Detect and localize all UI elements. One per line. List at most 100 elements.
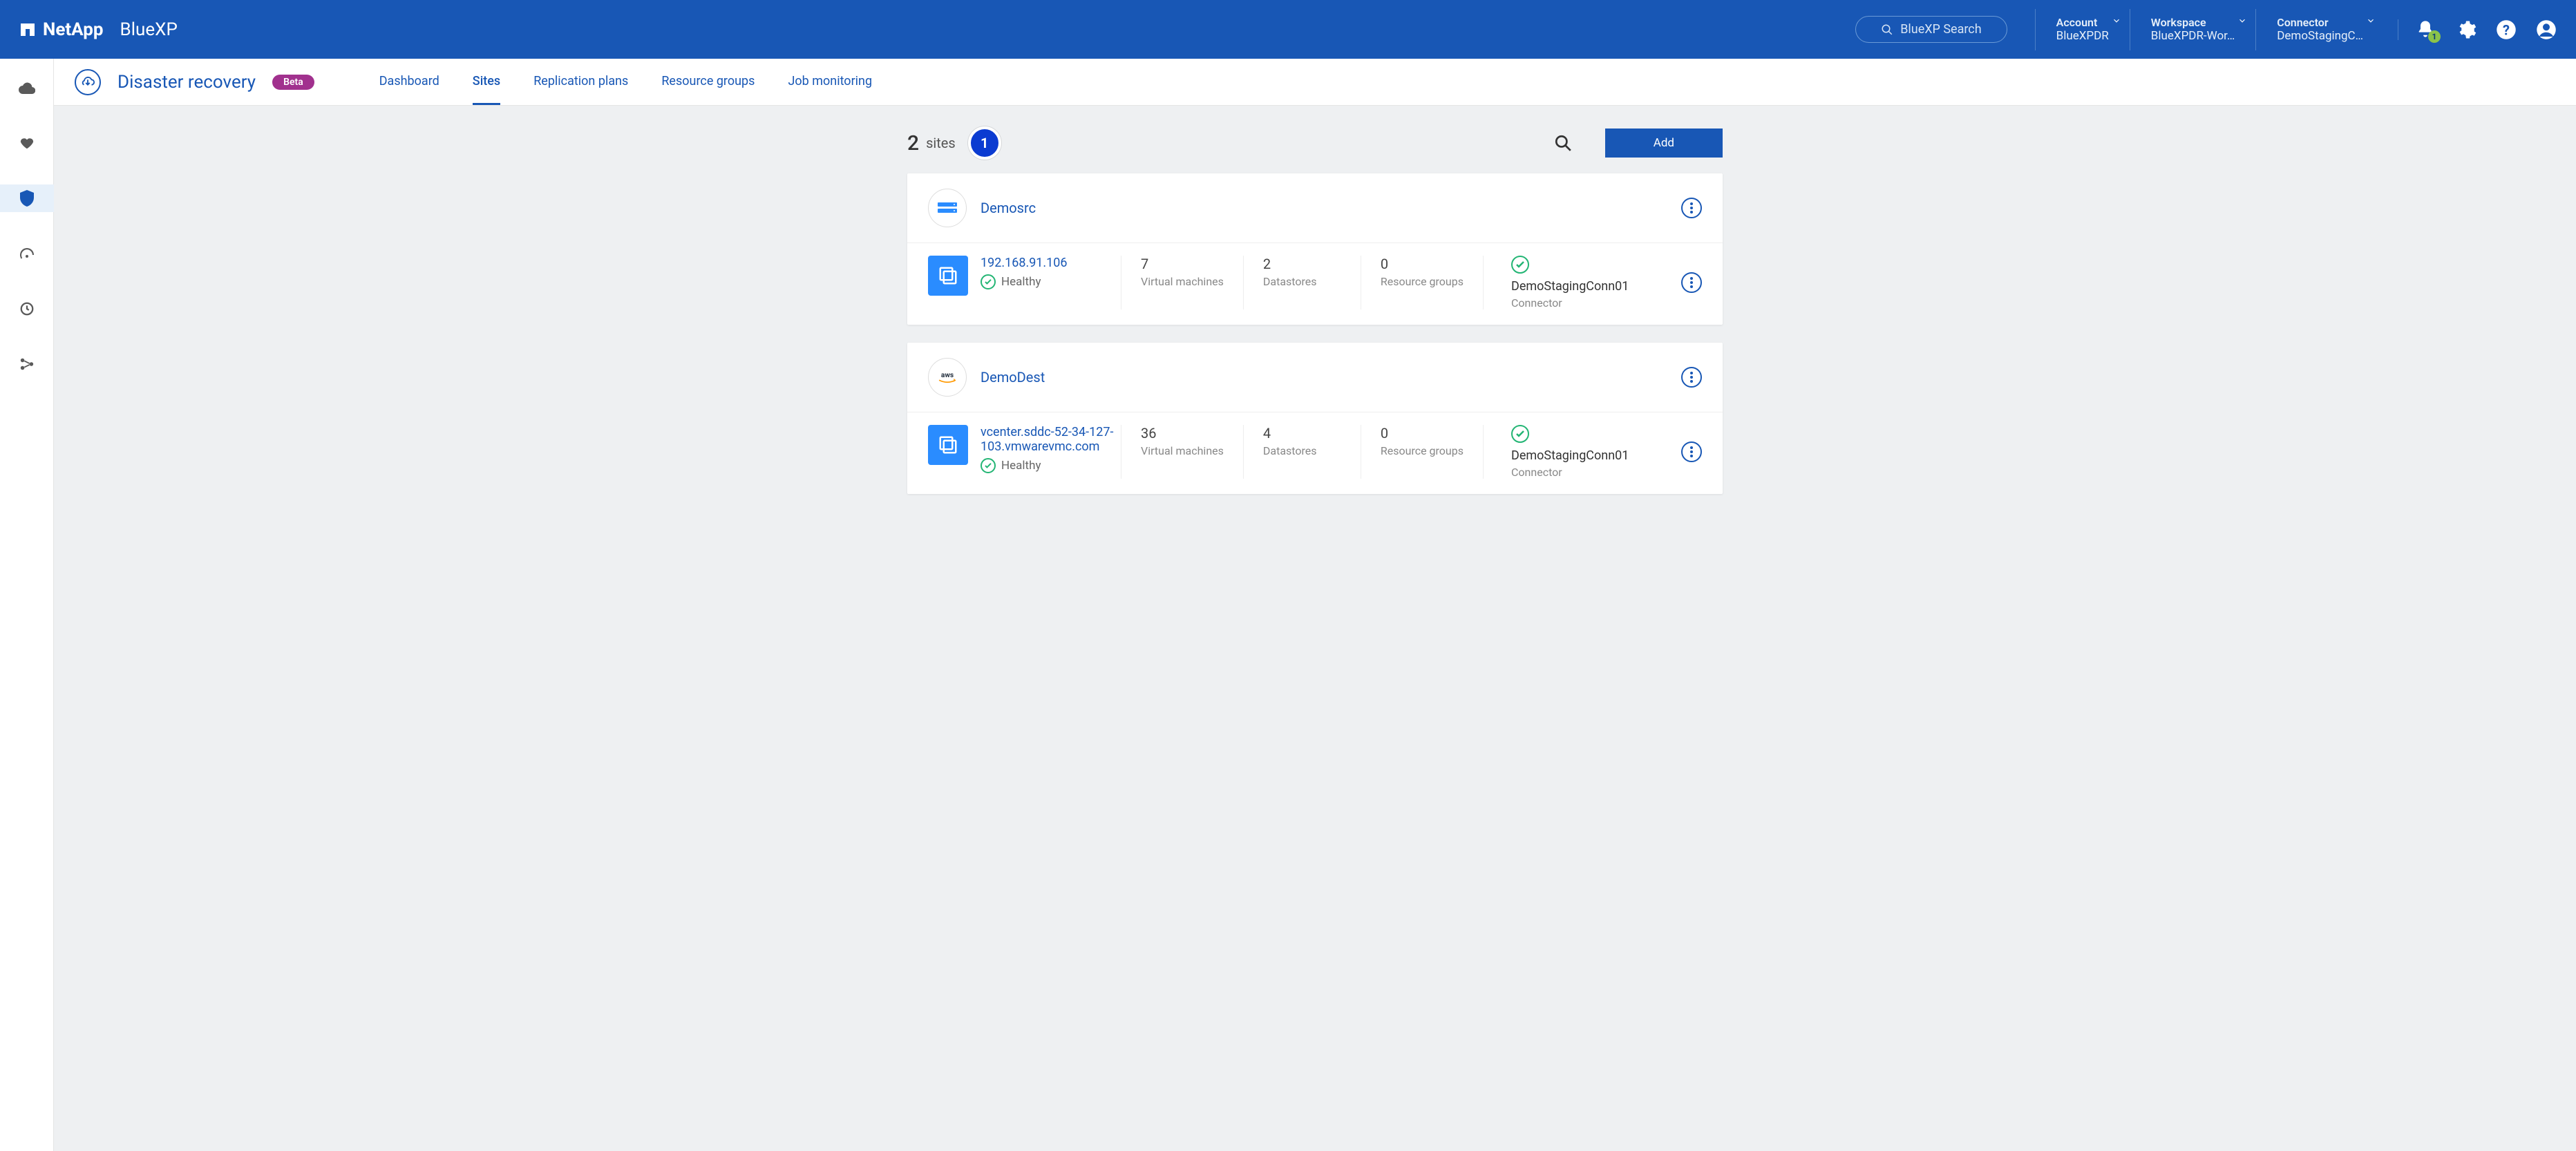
profile-button[interactable]: [2536, 19, 2557, 40]
metric-value: 4: [1263, 425, 1341, 441]
metric-value: 2: [1263, 256, 1341, 272]
gear-icon: [2456, 19, 2476, 40]
gauge-icon: [19, 247, 35, 260]
aws-icon: aws: [936, 370, 959, 385]
site-card-body: 192.168.91.106 Healthy 7: [907, 243, 1723, 325]
sidebar-item-canvas[interactable]: [0, 74, 54, 102]
site-card: aws DemoDest: [907, 343, 1723, 494]
connector-label: Connector: [1511, 466, 1681, 479]
tab-replication-plans[interactable]: Replication plans: [533, 59, 628, 105]
chevron-down-icon: [2366, 16, 2376, 26]
vcenter-icon: [928, 425, 968, 465]
notification-badge: 1: [2428, 30, 2441, 43]
product-text: BlueXP: [120, 19, 178, 40]
connector-block: DemoStagingConn01 Connector: [1484, 425, 1681, 479]
svg-text:?: ?: [2503, 21, 2510, 38]
sidebar-item-extensions[interactable]: [0, 350, 54, 378]
service-icon: [75, 69, 101, 95]
settings-button[interactable]: [2456, 19, 2476, 40]
beta-badge: Beta: [272, 75, 314, 90]
tab-sites[interactable]: Sites: [473, 59, 500, 105]
site-type-icon: aws: [928, 358, 967, 397]
workspace-selector[interactable]: Workspace BlueXPDR-Wor…: [2130, 9, 2255, 50]
tab-dashboard[interactable]: Dashboard: [379, 59, 439, 105]
metric-label: Datastores: [1263, 444, 1341, 457]
site-name[interactable]: DemoDest: [981, 369, 1045, 386]
site-more-button[interactable]: [1681, 198, 1702, 218]
metric-value: 36: [1141, 425, 1224, 441]
global-header: NetApp BlueXP BlueXP Search Account Blue…: [0, 0, 2576, 59]
global-search[interactable]: BlueXP Search: [1855, 16, 2007, 43]
svg-text:aws: aws: [941, 372, 954, 379]
connector-name: DemoStagingConn01: [1511, 448, 1681, 463]
brand-text: NetApp: [43, 19, 104, 40]
brand-logo[interactable]: NetApp: [19, 19, 104, 40]
site-card-header: Demosrc: [907, 173, 1723, 243]
vcenter-address[interactable]: 192.168.91.106: [981, 256, 1068, 270]
help-icon: ?: [2496, 19, 2517, 40]
more-vertical-icon: [1690, 446, 1693, 457]
left-sidebar: [0, 59, 54, 1151]
add-site-button[interactable]: Add: [1605, 129, 1723, 158]
heart-icon: [19, 135, 35, 151]
vcenter-icon: [928, 256, 968, 296]
search-sites-button[interactable]: [1554, 134, 1572, 152]
list-header: 2 sites 1 Add: [907, 126, 1723, 160]
sidebar-item-health[interactable]: [0, 129, 54, 157]
more-vertical-icon: [1690, 372, 1693, 383]
vcenter-address[interactable]: vcenter.sddc-52-34-127-103.vmwarevmc.com: [981, 425, 1121, 454]
metric-label: Virtual machines: [1141, 275, 1224, 288]
more-vertical-icon: [1690, 202, 1693, 213]
connector-name: DemoStagingConn01: [1511, 279, 1681, 294]
connector-status-icon: [1511, 256, 1529, 274]
site-card-body: vcenter.sddc-52-34-127-103.vmwarevmc.com…: [907, 412, 1723, 494]
nodes-icon: [19, 356, 35, 372]
check-icon: [985, 279, 992, 285]
sidebar-item-governance[interactable]: [0, 240, 54, 267]
cloud-icon: [19, 82, 35, 94]
metric-label: Virtual machines: [1141, 444, 1224, 457]
connector-label: Connector: [1511, 296, 1681, 310]
check-icon: [1516, 430, 1524, 437]
step-indicator: 1: [968, 126, 1001, 160]
metric-label: Resource groups: [1381, 275, 1464, 288]
metric-resource-groups: 0 Resource groups: [1361, 425, 1484, 479]
connector-status-icon: [1511, 425, 1529, 443]
logo-block: NetApp BlueXP: [19, 19, 178, 40]
account-selector[interactable]: Account BlueXPDR: [2035, 9, 2130, 50]
search-icon: [1554, 134, 1572, 152]
account-label: Account: [2056, 16, 2109, 29]
sync-icon: [19, 301, 35, 316]
search-wrap: BlueXP Search: [1855, 16, 2007, 43]
tab-job-monitoring[interactable]: Job monitoring: [788, 59, 872, 105]
connector-value: DemoStagingC…: [2277, 29, 2363, 43]
header-icons: 1 ?: [2398, 19, 2557, 40]
metric-label: Datastores: [1263, 275, 1341, 288]
vcenter-status: Healthy: [981, 274, 1068, 289]
service-tabs: Dashboard Sites Replication plans Resour…: [379, 59, 872, 105]
onprem-icon: [938, 202, 957, 213]
metric-resource-groups: 0 Resource groups: [1361, 256, 1484, 310]
metric-label: Resource groups: [1381, 444, 1464, 457]
tab-resource-groups[interactable]: Resource groups: [661, 59, 755, 105]
sidebar-item-mobility[interactable]: [0, 295, 54, 323]
metric-datastores: 4 Datastores: [1244, 425, 1361, 479]
service-header: Disaster recovery Beta Dashboard Sites R…: [54, 59, 2576, 106]
metric-datastores: 2 Datastores: [1244, 256, 1361, 310]
sites-count-label: sites: [926, 135, 956, 151]
vcenter-more-button[interactable]: [1681, 441, 1702, 462]
site-name[interactable]: Demosrc: [981, 200, 1036, 216]
shield-icon: [20, 190, 34, 207]
site-more-button[interactable]: [1681, 367, 1702, 388]
vcenter-more-button[interactable]: [1681, 272, 1702, 293]
metric-value: 7: [1141, 256, 1224, 272]
notifications-button[interactable]: 1: [2416, 19, 2436, 40]
help-button[interactable]: ?: [2496, 19, 2517, 40]
check-icon: [985, 463, 992, 468]
metric-value: 0: [1381, 256, 1464, 272]
connector-selector[interactable]: Connector DemoStagingC…: [2255, 9, 2384, 50]
server-stack-icon: [938, 265, 958, 286]
metric-value: 0: [1381, 425, 1464, 441]
sidebar-item-protection[interactable]: [0, 184, 54, 212]
status-healthy-icon: [981, 274, 996, 289]
